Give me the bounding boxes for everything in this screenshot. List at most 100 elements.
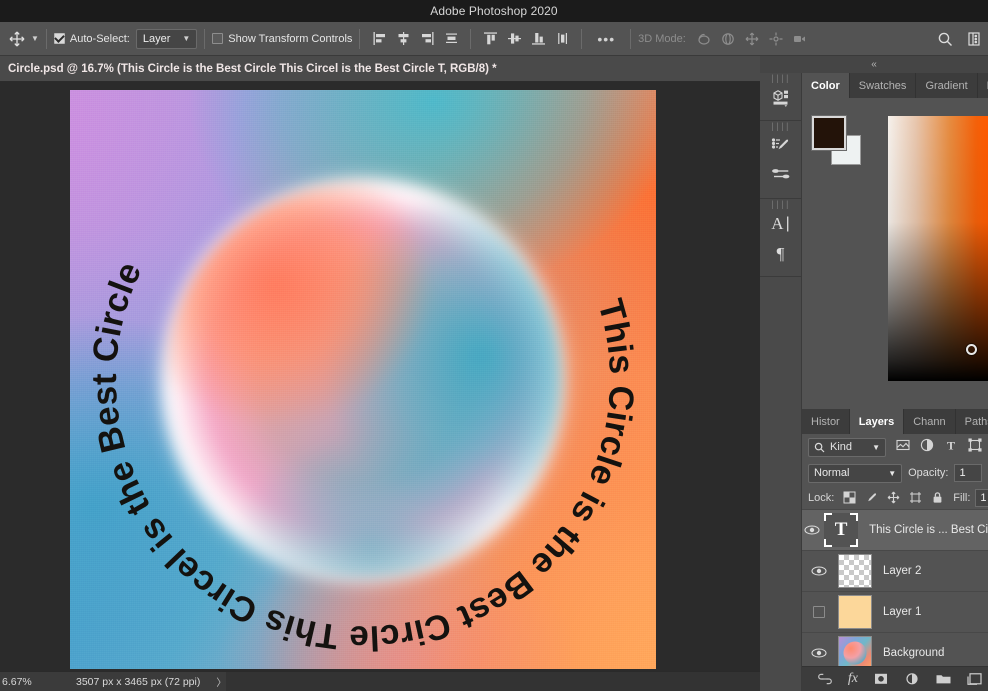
filter-type-icon[interactable]: T bbox=[944, 438, 958, 457]
move-tool-icon[interactable] bbox=[5, 27, 29, 51]
layers-panel-body: Kind ▼ T Normal ▼ Opacity: 1 Lock: Fill:… bbox=[802, 434, 988, 674]
window-title: Adobe Photoshop 2020 bbox=[430, 4, 558, 18]
link-layers-icon[interactable] bbox=[817, 672, 833, 686]
distribute-horizontal-icon[interactable] bbox=[439, 27, 463, 51]
auto-select-scope-dropdown[interactable]: Layer ▼ bbox=[135, 28, 198, 49]
tab-swatches[interactable]: Swatches bbox=[849, 73, 917, 98]
table-row[interactable]: Layer 2 bbox=[802, 551, 988, 592]
color-field[interactable] bbox=[888, 116, 988, 381]
zoom-level[interactable]: 6.67% bbox=[0, 675, 62, 688]
search-icon[interactable] bbox=[933, 27, 957, 51]
pan-3d-icon[interactable] bbox=[740, 27, 764, 51]
layer-style-fx-icon[interactable]: fx bbox=[848, 671, 858, 687]
filter-adjustment-icon[interactable] bbox=[920, 438, 934, 457]
3d-library-icon[interactable] bbox=[760, 83, 801, 113]
text-layer-thumb[interactable]: T bbox=[824, 513, 859, 547]
tab-channels[interactable]: Chann bbox=[904, 409, 956, 434]
layer-filter-row: Kind ▼ T bbox=[802, 434, 988, 460]
layer-name[interactable]: Background bbox=[872, 647, 944, 659]
transparent-thumb[interactable] bbox=[838, 554, 872, 588]
eye-icon bbox=[804, 525, 820, 535]
align-left-edges-icon[interactable] bbox=[367, 27, 391, 51]
blend-mode-select[interactable]: Normal ▼ bbox=[808, 463, 903, 483]
circular-text-layer[interactable]: This Circle is the Best Circle This Circ… bbox=[70, 90, 656, 669]
align-vertical-centers-icon[interactable] bbox=[502, 27, 526, 51]
color-panel bbox=[802, 98, 988, 409]
auto-select-checkbox[interactable] bbox=[53, 33, 65, 44]
canvas-workspace[interactable]: This Circle is the Best Circle This Circ… bbox=[0, 82, 760, 671]
foreground-color-swatch[interactable] bbox=[811, 115, 847, 151]
layer-visibility-toggle[interactable] bbox=[802, 524, 822, 536]
selection-corners bbox=[824, 513, 859, 547]
new-layer-icon[interactable] bbox=[967, 672, 983, 686]
color-swatches bbox=[811, 115, 864, 165]
table-row[interactable]: T This Circle is ... Best Ci bbox=[802, 510, 988, 551]
paragraph-panel-icon[interactable]: ¶ bbox=[760, 239, 801, 269]
panel-grip[interactable]: ││││ bbox=[760, 76, 801, 83]
add-layer-mask-icon[interactable] bbox=[873, 672, 889, 686]
zoom-3d-camera-icon[interactable] bbox=[788, 27, 812, 51]
layer-name[interactable]: Layer 1 bbox=[872, 606, 921, 618]
layers-panel: Histor Layers Chann Paths A Kind ▼ bbox=[802, 409, 988, 691]
lock-position-icon[interactable] bbox=[887, 491, 900, 504]
color-field-cursor[interactable] bbox=[966, 344, 977, 355]
tab-layers[interactable]: Layers bbox=[849, 409, 905, 434]
tab-history[interactable]: Histor bbox=[802, 409, 850, 434]
workspace-switcher-icon[interactable] bbox=[962, 27, 986, 51]
layer-name[interactable]: This Circle is ... Best Ci bbox=[858, 524, 988, 536]
lock-transparent-pixels-icon[interactable] bbox=[843, 491, 856, 504]
roll-3d-icon[interactable] bbox=[716, 27, 740, 51]
status-expand-arrow-icon[interactable]: 〉 bbox=[216, 674, 226, 689]
layer-visibility-toggle[interactable] bbox=[802, 647, 836, 659]
layer-filter-kind-label: Kind bbox=[830, 441, 853, 453]
lock-artboard-icon[interactable] bbox=[909, 491, 922, 504]
document-tab-title: Circle.psd @ 16.7% (This Circle is the B… bbox=[8, 62, 497, 75]
layers-panel-tabstrip: Histor Layers Chann Paths A bbox=[802, 409, 988, 434]
color-panel-tabstrip: Color Swatches Gradient Patte bbox=[802, 73, 988, 98]
brush-presets-icon[interactable] bbox=[760, 161, 801, 191]
window-title-bar: Adobe Photoshop 2020 bbox=[0, 0, 988, 22]
solid-color-thumb[interactable] bbox=[838, 595, 872, 629]
lock-all-icon[interactable] bbox=[931, 491, 944, 504]
document-tab[interactable]: Circle.psd @ 16.7% (This Circle is the B… bbox=[0, 56, 760, 82]
layer-visibility-toggle[interactable] bbox=[802, 606, 836, 618]
divider bbox=[630, 28, 632, 49]
filter-pixel-icon[interactable] bbox=[896, 438, 910, 457]
eye-icon bbox=[811, 648, 827, 658]
background-image-thumb[interactable] bbox=[838, 636, 872, 670]
table-row[interactable]: Layer 1 bbox=[802, 592, 988, 633]
brush-settings-icon[interactable] bbox=[760, 131, 801, 161]
show-transform-controls-checkbox[interactable] bbox=[212, 33, 224, 44]
more-options-button[interactable]: ••• bbox=[589, 31, 623, 47]
fill-field[interactable]: 1 bbox=[975, 488, 988, 507]
fill-label: Fill: bbox=[953, 491, 971, 504]
panel-grip[interactable]: ││││ bbox=[760, 124, 801, 131]
align-bottom-edges-icon[interactable] bbox=[526, 27, 550, 51]
slide-3d-icon[interactable] bbox=[764, 27, 788, 51]
new-adjustment-layer-icon[interactable] bbox=[904, 672, 920, 686]
align-buttons-group bbox=[367, 27, 574, 51]
rail-group-type: ││││ A | ¶ bbox=[760, 199, 801, 277]
layer-filter-kind-select[interactable]: Kind ▼ bbox=[808, 437, 886, 457]
align-top-edges-icon[interactable] bbox=[478, 27, 502, 51]
layer-visibility-toggle[interactable] bbox=[802, 565, 836, 577]
new-group-icon[interactable] bbox=[935, 672, 952, 686]
align-horizontal-centers-icon[interactable] bbox=[391, 27, 415, 51]
align-right-edges-icon[interactable] bbox=[415, 27, 439, 51]
tab-patterns[interactable]: Patte bbox=[977, 73, 988, 98]
collapse-panels-button[interactable]: « bbox=[760, 56, 988, 73]
opacity-field[interactable]: 1 bbox=[954, 464, 982, 482]
filter-shape-icon[interactable] bbox=[968, 437, 982, 457]
tab-color[interactable]: Color bbox=[802, 73, 850, 98]
document-canvas[interactable]: This Circle is the Best Circle This Circ… bbox=[70, 90, 656, 669]
lock-image-pixels-icon[interactable] bbox=[865, 491, 878, 504]
character-panel-icon[interactable]: A | bbox=[760, 209, 801, 239]
tab-gradient[interactable]: Gradient bbox=[916, 73, 978, 98]
distribute-vertical-icon[interactable] bbox=[550, 27, 574, 51]
tool-preset-chevron-down-icon[interactable]: ▼ bbox=[31, 34, 39, 43]
panel-grip[interactable]: ││││ bbox=[760, 202, 801, 209]
tab-paths[interactable]: Paths bbox=[955, 409, 988, 434]
orbit-3d-icon[interactable] bbox=[692, 27, 716, 51]
layer-name[interactable]: Layer 2 bbox=[872, 565, 921, 577]
fill-group: Fill: 1 bbox=[953, 488, 988, 507]
